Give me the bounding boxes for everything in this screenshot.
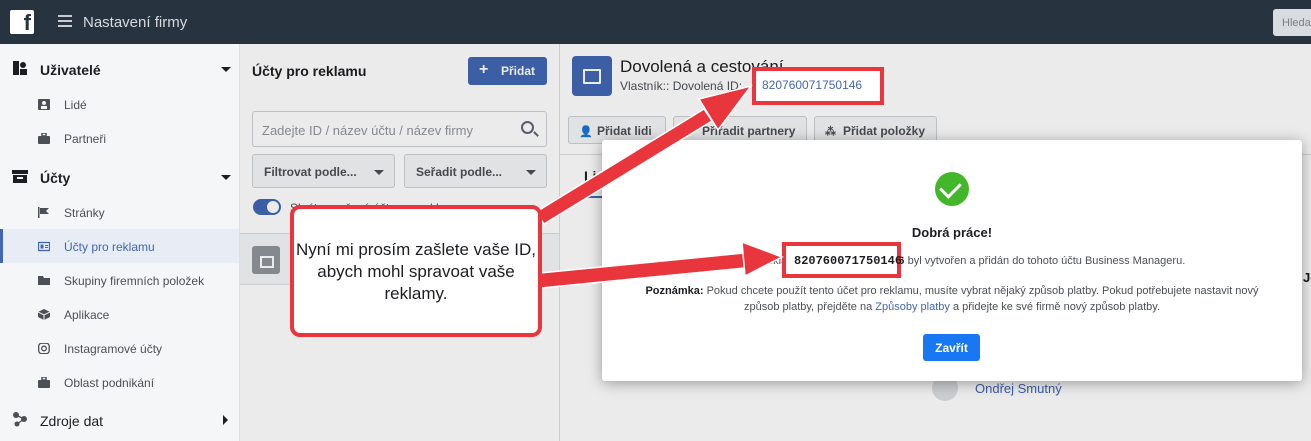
sidebar-item-partners[interactable]: Partneři: [0, 121, 239, 155]
sidebar-section-data-sources[interactable]: Zdroje dat: [0, 403, 240, 437]
close-button[interactable]: Zavřít: [923, 334, 980, 361]
dialog-title: Dobrá práce!: [911, 225, 993, 240]
highlight-dialog-id: 820760071750146: [782, 242, 902, 278]
data-sources-icon: [13, 412, 27, 427]
sidebar-section-accounts[interactable]: Účty: [0, 160, 240, 194]
search-button[interactable]: Hledat: [1273, 9, 1311, 36]
sidebar-item-ad-accounts[interactable]: Účty pro reklamu: [0, 229, 239, 263]
sidebar-item-instagram[interactable]: Instagramové účty: [0, 331, 239, 365]
cube-icon: [38, 309, 50, 320]
payment-methods-link[interactable]: Způsoby platby: [875, 301, 950, 313]
flag-icon: [38, 207, 49, 218]
sidebar: Uživatelé Lidé Partneři Účty Stránky Účt…: [0, 44, 240, 441]
dialog-note: Poznámka: Pokud chcete použít tento účet…: [645, 285, 1259, 313]
checkmark-icon: [935, 172, 969, 206]
facebook-logo-icon[interactable]: f: [10, 10, 34, 35]
page-title: Nastavení firmy: [83, 14, 188, 31]
person-icon: [38, 99, 50, 110]
instagram-icon: [38, 343, 50, 354]
archive-icon: [12, 170, 28, 183]
highlight-account-id: 820760071750146: [752, 67, 884, 105]
sidebar-item-people[interactable]: Lidé: [0, 87, 239, 121]
chevron-right-icon: [223, 415, 228, 425]
sidebar-item-apps[interactable]: Aplikace: [0, 297, 239, 331]
chevron-down-icon: [221, 67, 231, 72]
sidebar-item-catalogs[interactable]: Skupiny firemních položek: [0, 263, 239, 297]
top-bar: f Nastavení firmy Hledat: [0, 0, 1311, 44]
success-dialog: Dobrá práce! Účet pro reklamu 8207600717…: [602, 140, 1302, 381]
ad-account-icon: [38, 241, 50, 252]
sidebar-item-business-area[interactable]: Oblast podnikání: [0, 365, 239, 399]
dialog-message: Účet pro reklamu 820760071750146 byl vyt…: [718, 255, 1186, 268]
folder-icon: [38, 276, 50, 285]
menu-icon[interactable]: [58, 15, 72, 27]
chevron-down-icon: [221, 175, 231, 180]
briefcase-icon: [38, 377, 50, 388]
users-icon: [13, 61, 27, 75]
annotation-callout: Nyní mi prosím zašlete vaše ID, abych mo…: [290, 205, 542, 337]
sidebar-item-pages[interactable]: Stránky: [0, 195, 239, 229]
briefcase-icon: [38, 133, 50, 144]
sidebar-section-users[interactable]: Uživatelé: [0, 52, 240, 86]
